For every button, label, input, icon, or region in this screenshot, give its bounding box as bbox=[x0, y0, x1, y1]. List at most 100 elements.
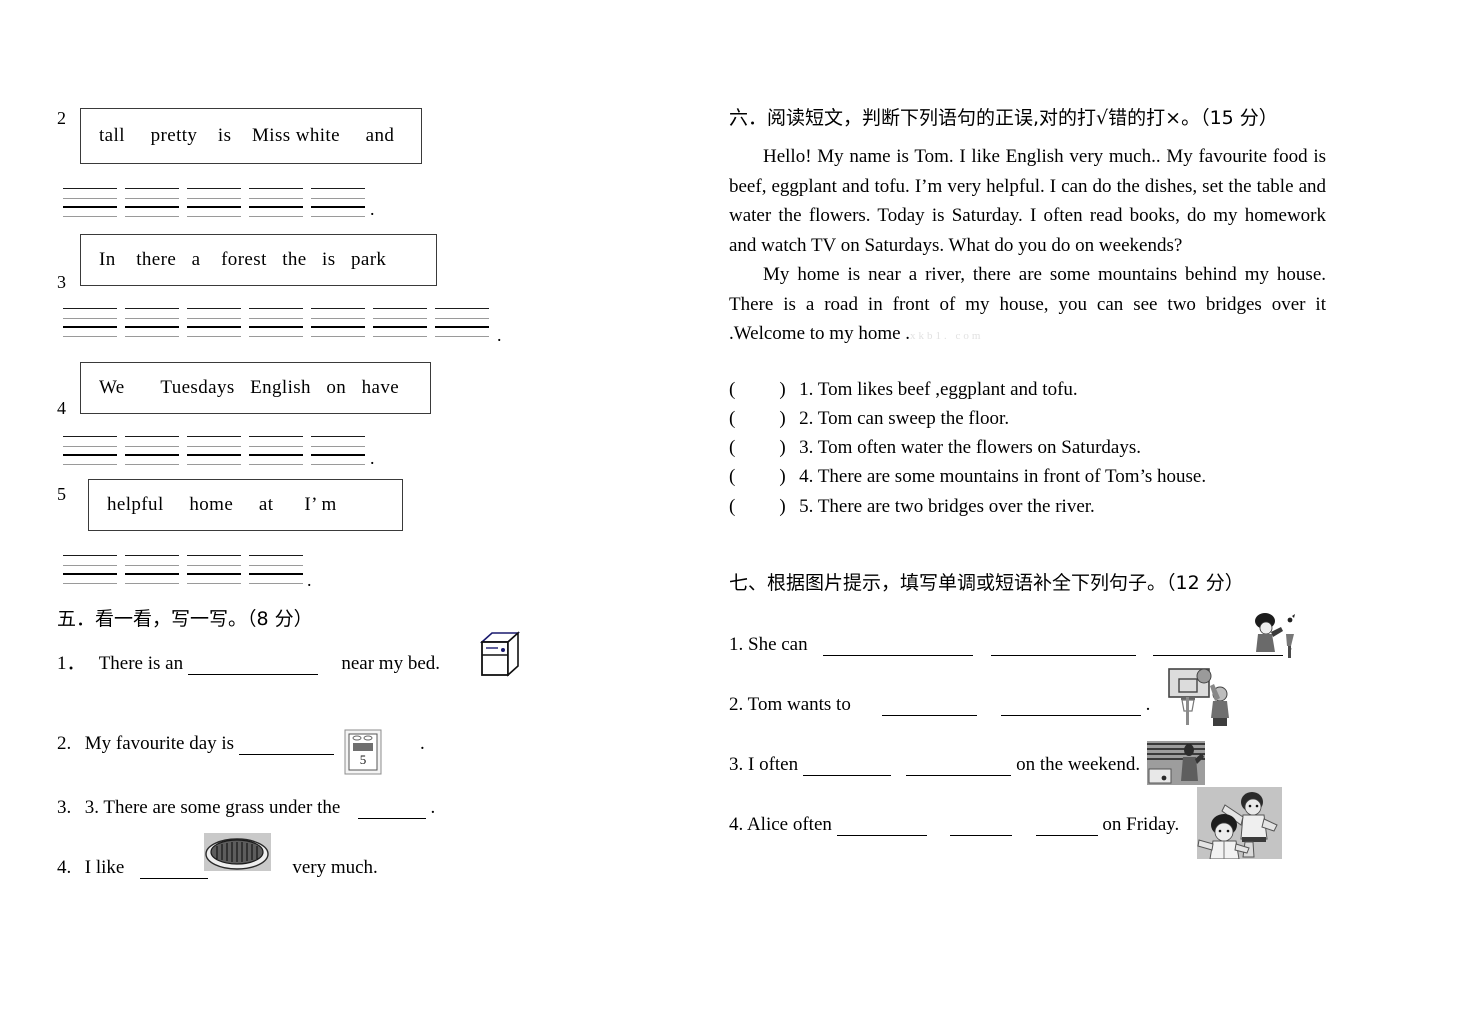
answer-rules-5[interactable] bbox=[63, 552, 311, 586]
scramble-box-4: We Tuesdays English on have bbox=[80, 362, 431, 414]
q7-4-after: on Friday. bbox=[1102, 814, 1180, 835]
tf-paren-close-1: ) bbox=[779, 379, 786, 400]
period-4: . bbox=[370, 448, 375, 468]
scramble-box-2: tall pretty is Miss white and bbox=[80, 108, 422, 164]
q7-3-after: on the weekend. bbox=[1016, 754, 1141, 775]
q5-4-before: I like bbox=[84, 857, 125, 878]
answer-rules-3[interactable] bbox=[63, 305, 497, 339]
tf-paren-close-2: ) bbox=[779, 408, 786, 429]
q5-1-number: 1． bbox=[57, 653, 86, 674]
section-seven-question-1: 1. She can . bbox=[729, 634, 1293, 656]
q7-3-before: I often bbox=[748, 754, 799, 775]
q5-4-after: very much. bbox=[292, 857, 378, 878]
reading-passage: Hello! My name is Tom. I like English ve… bbox=[729, 142, 1326, 352]
answer-rules-2[interactable] bbox=[63, 185, 373, 219]
q7-2-tail: . bbox=[1145, 694, 1151, 715]
tf-paren-open-5: ( bbox=[729, 496, 736, 517]
q5-4-blank[interactable] bbox=[139, 878, 208, 879]
passage-paragraph-1: Hello! My name is Tom. I like English ve… bbox=[729, 142, 1326, 260]
tf-text-2: 2. Tom can sweep the floor. bbox=[799, 408, 1010, 429]
scramble-number-4: 4 bbox=[57, 398, 66, 418]
person-watering-plant-icon bbox=[1255, 613, 1295, 658]
scramble-words-3: In there a forest the is park bbox=[99, 249, 387, 270]
ping-pong-player-icon bbox=[1147, 741, 1205, 785]
tf-paren-close-4: ) bbox=[779, 466, 786, 487]
q7-4-blank-2[interactable] bbox=[950, 835, 1013, 836]
scramble-words-5: helpful home at I’ m bbox=[107, 494, 337, 515]
section-six-heading: 六．阅读短文，判断下列语句的正误,对的打√错的打×。（15 分） bbox=[729, 107, 1278, 129]
tf-paren-close-3: ) bbox=[779, 437, 786, 458]
q7-1-before: She can bbox=[748, 634, 808, 655]
q7-2-number: 2. bbox=[729, 694, 744, 715]
passage-paragraph-2: My home is near a river, there are some … bbox=[729, 260, 1326, 352]
scramble-number-5: 5 bbox=[57, 484, 66, 504]
q5-4-number: 4. bbox=[57, 857, 72, 878]
q7-4-blank-1[interactable] bbox=[836, 835, 927, 836]
two-children-kungfu-icon bbox=[1197, 787, 1282, 859]
section-seven-question-3: 3. I often on the weekend. bbox=[729, 754, 1140, 776]
scramble-number-2: 2 bbox=[57, 108, 66, 128]
q5-3-number: 3. bbox=[57, 797, 72, 818]
section-five-question-1: 1． There is an near my bed. bbox=[57, 648, 440, 675]
section-seven-question-2: 2. Tom wants to . bbox=[729, 694, 1150, 716]
tf-statement-1[interactable]: () 1. Tom likes beef ,eggplant and tofu. bbox=[729, 379, 1078, 401]
worksheet-page: 2 tall pretty is Miss white and . 3 In t… bbox=[0, 0, 1474, 1020]
svg-text:5: 5 bbox=[360, 752, 367, 767]
section-five-question-2: 2. My favourite day is bbox=[57, 733, 334, 755]
tf-paren-open-2: ( bbox=[729, 408, 736, 429]
basketball-player-icon bbox=[1168, 668, 1229, 726]
watermark-text: xkb1. com bbox=[910, 330, 984, 342]
scramble-words-4: We Tuesdays English on have bbox=[99, 377, 400, 398]
q7-4-number: 4. bbox=[729, 814, 744, 835]
period-3: . bbox=[497, 325, 502, 345]
passage-text-1: Hello! My name is Tom. I like English ve… bbox=[729, 146, 1326, 256]
tf-paren-close-5: ) bbox=[779, 496, 786, 517]
q7-1-blank-1[interactable] bbox=[823, 655, 974, 656]
q5-2-before: My favourite day is bbox=[84, 733, 235, 754]
q7-3-blank-1[interactable] bbox=[802, 775, 891, 776]
scramble-number-3: 3 bbox=[57, 272, 66, 292]
calendar-friday-icon: 5 bbox=[344, 729, 382, 775]
q5-3-before: 3. There are some grass under the bbox=[84, 797, 341, 818]
q7-1-number: 1. bbox=[729, 634, 744, 655]
answer-rules-4[interactable] bbox=[63, 433, 373, 467]
tf-statement-3[interactable]: () 3. Tom often water the flowers on Sat… bbox=[729, 437, 1141, 459]
tf-text-1: 1. Tom likes beef ,eggplant and tofu. bbox=[799, 379, 1078, 400]
q7-2-blank-1[interactable] bbox=[882, 715, 978, 716]
q5-2-blank[interactable] bbox=[238, 754, 334, 755]
passage-text-2: My home is near a river, there are some … bbox=[729, 264, 1326, 344]
section-five-heading: 五．看一看，写一写。（8 分） bbox=[57, 608, 313, 630]
q5-2-tail: . bbox=[420, 733, 425, 754]
q7-4-before: Alice often bbox=[746, 814, 832, 835]
tf-statement-5[interactable]: () 5. There are two bridges over the riv… bbox=[729, 496, 1095, 518]
tf-text-5: 5. There are two bridges over the river. bbox=[799, 496, 1095, 517]
q7-3-blank-2[interactable] bbox=[906, 775, 1012, 776]
tf-statement-4[interactable]: () 4. There are some mountains in front … bbox=[729, 466, 1206, 488]
period-5: . bbox=[307, 570, 312, 590]
section-seven-question-4: 4. Alice often on Friday. bbox=[729, 814, 1179, 836]
section-seven-heading: 七、根据图片提示，填写单调或短语补全下列句子。（12 分） bbox=[729, 572, 1244, 594]
tf-statement-2[interactable]: () 2. Tom can sweep the floor. bbox=[729, 408, 1009, 430]
period-2: . bbox=[370, 199, 375, 219]
scramble-box-3: In there a forest the is park bbox=[80, 234, 437, 286]
q7-2-blank-2[interactable] bbox=[1000, 715, 1141, 716]
q5-2-number: 2. bbox=[57, 733, 72, 754]
q7-2-before: Tom wants to bbox=[747, 694, 851, 715]
q7-4-blank-3[interactable] bbox=[1035, 835, 1098, 836]
q7-3-number: 3. bbox=[729, 754, 744, 775]
section-five-question-3: 3. 3. There are some grass under the . bbox=[57, 797, 435, 819]
tf-text-4: 4. There are some mountains in front of … bbox=[799, 466, 1207, 487]
q5-1-after: near my bed. bbox=[341, 653, 440, 674]
nightstand-drawing-icon bbox=[479, 631, 521, 677]
scramble-words-2: tall pretty is Miss white and bbox=[99, 125, 395, 146]
q7-1-blank-2[interactable] bbox=[990, 655, 1136, 656]
tf-paren-open-4: ( bbox=[729, 466, 736, 487]
scramble-box-5: helpful home at I’ m bbox=[88, 479, 403, 531]
tf-paren-open-3: ( bbox=[729, 437, 736, 458]
q5-3-blank[interactable] bbox=[357, 818, 426, 819]
plate-of-food-icon bbox=[204, 833, 271, 871]
tf-paren-open-1: ( bbox=[729, 379, 736, 400]
tf-text-3: 3. Tom often water the flowers on Saturd… bbox=[799, 437, 1141, 458]
q5-1-blank[interactable] bbox=[187, 674, 318, 675]
q5-3-after: . bbox=[430, 797, 436, 818]
